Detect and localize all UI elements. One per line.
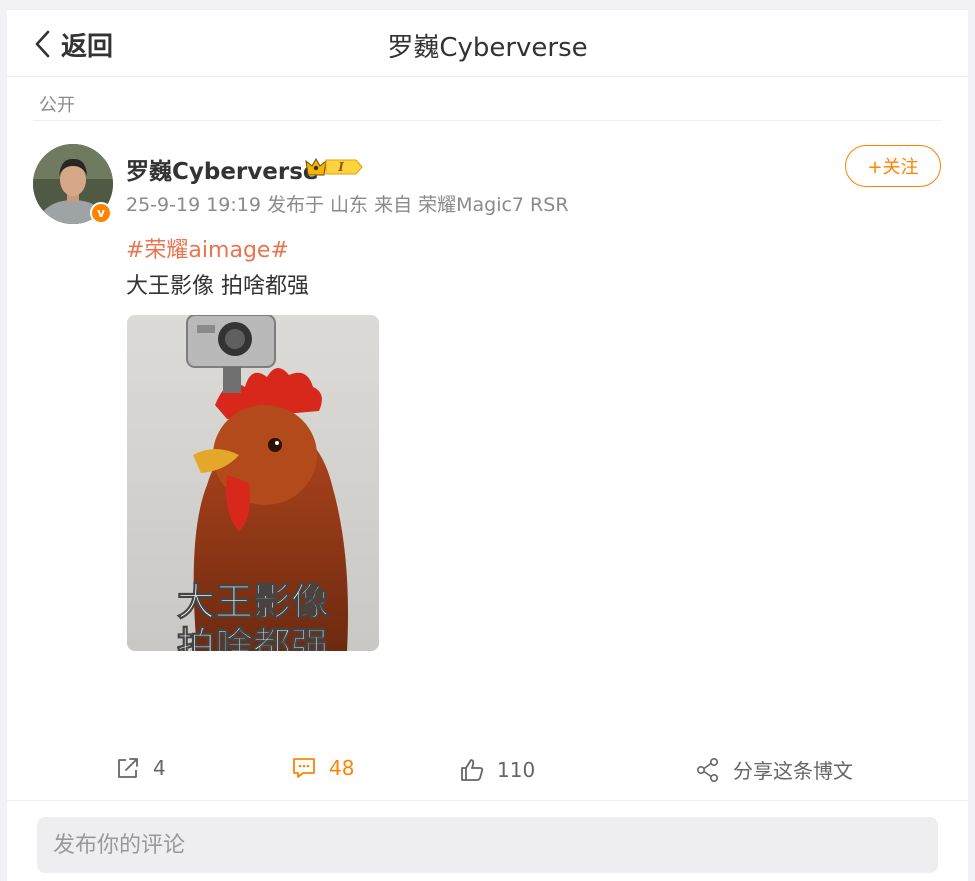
post-image[interactable]: 大王影像 拍啥都强 (127, 315, 379, 651)
post-meta: 25-9-19 19:19 发布于 山东 来自 荣耀Magic7 RSR (126, 194, 569, 216)
like-button[interactable]: 110 (459, 757, 535, 783)
share-label: 分享这条博文 (733, 759, 853, 783)
image-caption-line1: 大王影像 (177, 580, 329, 624)
comment-input[interactable] (37, 817, 938, 873)
repost-count: 4 (153, 756, 166, 780)
divider (33, 120, 942, 121)
share-button[interactable]: 分享这条博文 (695, 755, 853, 784)
post-detail-card: 返回 罗巍Cyberverse 公开 v 罗巍Cyberverse I 25-9… (7, 10, 968, 881)
repost-icon (118, 758, 138, 778)
topic-link[interactable]: #荣耀aimage# (126, 232, 289, 264)
member-crown-icon: I (305, 157, 363, 176)
follow-button[interactable]: +关注 (845, 145, 941, 187)
member-level: I (337, 160, 344, 174)
repost-button[interactable]: 4 (115, 755, 166, 781)
image-caption-line2: 拍啥都强 (177, 624, 329, 651)
post-text: 大王影像 拍啥都强 (126, 274, 309, 299)
share-icon (696, 757, 719, 782)
page-title: 罗巍Cyberverse (387, 33, 588, 63)
visibility-label: 公开 (39, 95, 75, 116)
action-bar: 4 48 110 分享这条博文 (7, 747, 968, 797)
top-bar: 返回 罗巍Cyberverse (7, 10, 968, 77)
like-count: 110 (497, 758, 536, 782)
verified-icon: v (90, 202, 112, 224)
comment-icon (293, 758, 315, 778)
author-name[interactable]: 罗巍Cyberverse (126, 152, 319, 186)
comment-count: 48 (329, 756, 355, 780)
thumbs-up-icon (461, 759, 484, 781)
divider (7, 800, 968, 801)
comment-button[interactable]: 48 (291, 755, 354, 781)
